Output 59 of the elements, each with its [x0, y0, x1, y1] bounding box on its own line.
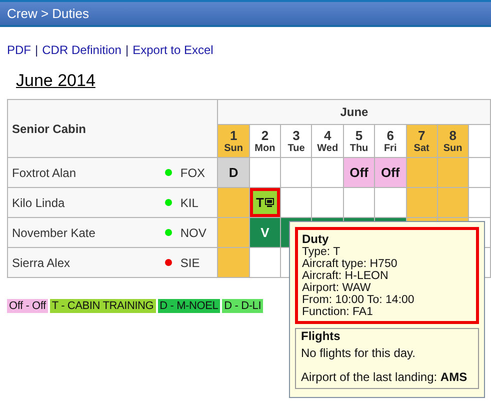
link-separator: |	[34, 43, 40, 57]
day-heading: 7 Sat	[406, 124, 438, 158]
crew-name: November Kate	[12, 226, 96, 240]
duty-cell[interactable]	[280, 158, 312, 188]
duty-cell[interactable]	[312, 188, 344, 218]
day-heading: 5 Thu	[343, 124, 375, 158]
duty-cell[interactable]	[218, 188, 250, 218]
duty-cell[interactable]	[249, 158, 281, 188]
duty-cell[interactable]: Off	[343, 158, 375, 188]
duty-cell[interactable]: V	[249, 218, 281, 248]
panel-title: Flights	[301, 329, 342, 343]
duty-detail: From: 10:00 To: 14:00	[302, 294, 416, 306]
month-heading: June	[218, 100, 490, 124]
legend-tag: T - CABIN TRAINING	[50, 299, 156, 313]
group-heading: Senior Cabin	[8, 100, 218, 158]
duty-cell[interactable]	[406, 158, 438, 188]
crew-name: Sierra Alex	[12, 256, 72, 270]
crew-code: SIE	[180, 256, 201, 270]
crew-code: FOX	[180, 166, 206, 180]
day-heading: 4 Wed	[312, 124, 344, 158]
duty-cell[interactable]	[437, 188, 468, 218]
toolbar-link[interactable]: CDR Definition	[42, 43, 122, 57]
crew-name: Foxtrot Alan	[12, 166, 78, 180]
day-heading: 3 Tue	[280, 124, 312, 158]
legend-tag: D - D-LI	[222, 299, 264, 313]
legend-tag: D - M-NOEL	[158, 299, 220, 313]
breadcrumb: Crew > Duties	[7, 6, 89, 21]
duty-cell[interactable]	[374, 188, 406, 218]
crew-code: NOV	[180, 226, 208, 240]
toolbar-link[interactable]: PDF	[7, 43, 31, 57]
duty-cell[interactable]: D	[218, 158, 250, 188]
panel-title: Duty	[302, 232, 330, 246]
duty-cell[interactable]: T	[249, 188, 281, 218]
duty-detail: Aircraft type: H750	[302, 258, 398, 270]
link-separator: |	[124, 43, 130, 57]
duty-cell[interactable]	[312, 158, 344, 188]
duty-detail: Type: T	[302, 246, 342, 258]
duty-cell[interactable]	[218, 248, 250, 278]
legend-tag: Off - Off	[7, 299, 48, 313]
duty-cell[interactable]: Off	[374, 158, 406, 188]
duty-detail: Airport: WAW	[302, 282, 372, 294]
day-heading: 1 Sun	[218, 124, 250, 158]
duty-cell[interactable]	[280, 188, 312, 218]
duty-detail: Aircraft: H-LEON	[302, 270, 390, 282]
duty-cell[interactable]	[406, 188, 438, 218]
duty-detail: Function: FA1	[302, 306, 374, 318]
day-heading: 6 Fri	[374, 124, 406, 158]
flights-message: No flights for this day.	[301, 346, 416, 360]
duty-cell[interactable]	[437, 158, 468, 188]
toolbar-link[interactable]: Export to Excel	[132, 43, 214, 57]
last-landing: Airport of the last landing: AMS	[301, 370, 468, 384]
duty-cell[interactable]	[343, 188, 375, 218]
crew-name: Kilo Linda	[12, 196, 66, 210]
duty-cell[interactable]	[218, 218, 250, 248]
crew-code: KIL	[180, 196, 200, 210]
duty-cell[interactable]	[249, 248, 281, 278]
day-heading: 8 Sun	[437, 124, 468, 158]
day-heading: 2 Mon	[249, 124, 281, 158]
month-title: June 2014	[16, 71, 96, 91]
